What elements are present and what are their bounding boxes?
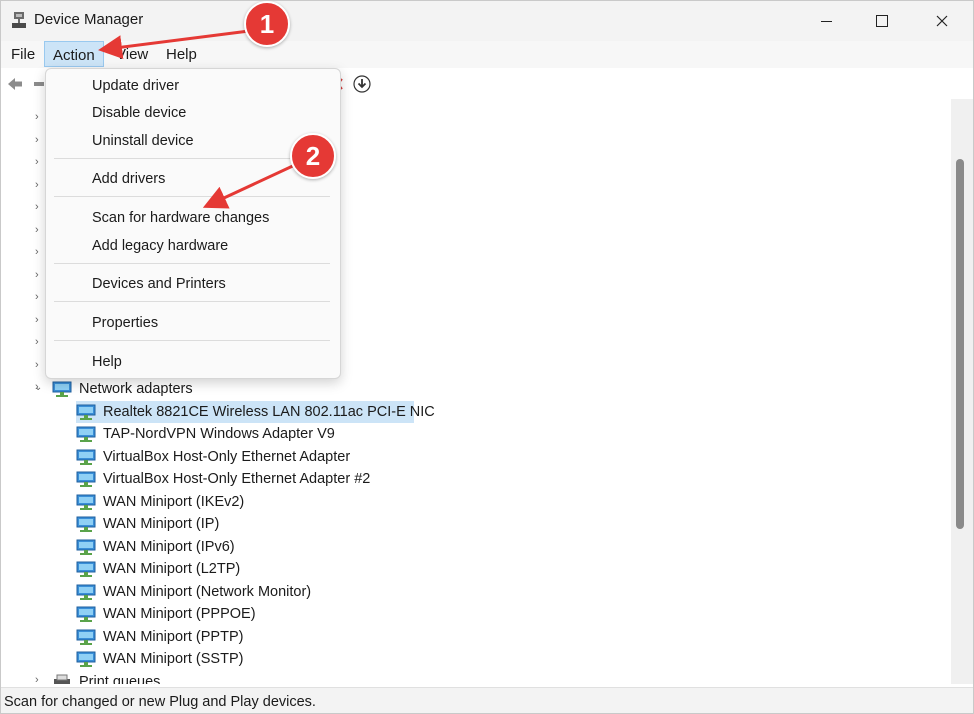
tree-node-label: WAN Miniport (IPv6) [103,539,235,555]
network-adapter-icon [76,471,96,487]
tree-node-label: WAN Miniport (IKEv2) [103,494,245,510]
expand-chevron-icon[interactable]: › [35,179,39,191]
expand-chevron-icon[interactable]: › [35,291,39,303]
tree-node-label: WAN Miniport (PPTP) [103,629,244,645]
menu-item-scan-hardware[interactable]: Scan for hardware changes [92,210,269,226]
network-adapter-icon [52,381,72,397]
status-bar: Scan for changed or new Plug and Play de… [1,687,973,713]
close-button[interactable] [919,1,965,41]
menu-item-help[interactable]: Help [92,354,122,370]
network-adapter-icon [76,561,96,577]
printer-icon [54,674,70,684]
step-badge-2: 2 [290,133,336,179]
minimize-icon [820,20,832,22]
network-adapter-icon [76,584,96,600]
tree-node-adapter[interactable]: Realtek 8821CE Wireless LAN 802.11ac PCI… [76,401,435,423]
expand-chevron-icon[interactable]: › [35,246,39,258]
collapse-chevron-icon[interactable]: ⌄ [34,382,42,393]
network-adapter-icon [76,539,96,555]
tree-node-label: Network adapters [79,381,193,397]
tree-node-label: VirtualBox Host-Only Ethernet Adapter #2 [103,471,371,487]
tree-node-label: Print queues [79,674,161,684]
menu-item-devices-printers[interactable]: Devices and Printers [92,276,226,292]
network-adapter-icon [76,629,96,645]
tree-node-network-adapters[interactable]: Network adapters [52,378,232,400]
expand-chevron-icon[interactable]: › [35,224,39,236]
network-adapter-icon [76,426,96,442]
expand-chevron-icon[interactable]: › [35,156,39,168]
menu-item-add-drivers[interactable]: Add drivers [92,171,165,187]
status-text: Scan for changed or new Plug and Play de… [4,694,316,710]
close-icon [936,15,948,27]
expand-chevron-icon[interactable]: › [35,359,39,371]
tree-node-label: WAN Miniport (IP) [103,516,220,532]
scrollbar-thumb[interactable] [956,159,964,529]
tree-node-label: TAP-NordVPN Windows Adapter V9 [103,426,335,442]
device-manager-icon [12,12,26,28]
tree-node-label: WAN Miniport (SSTP) [103,651,244,667]
tree-node-label: Realtek 8821CE Wireless LAN 802.11ac PCI… [103,404,435,420]
network-adapter-icon [76,606,96,622]
menu-item-properties[interactable]: Properties [92,315,158,331]
device-manager-window: Device Manager File Action View Help › ›… [0,0,974,714]
expand-chevron-icon[interactable]: › [35,269,39,281]
network-adapter-icon [76,449,96,465]
tree-node-label: VirtualBox Host-Only Ethernet Adapter [103,449,351,465]
expand-chevron-icon[interactable]: › [35,201,39,213]
tree-node-label: WAN Miniport (Network Monitor) [103,584,312,600]
menu-file[interactable]: File [3,41,43,67]
menu-separator [54,158,330,159]
menu-separator [54,196,330,197]
expand-chevron-icon[interactable]: › [35,134,39,146]
back-arrow-icon[interactable] [6,75,24,93]
network-adapter-icon [76,516,96,532]
action-menu-dropdown: Update driver Disable device Uninstall d… [45,68,341,379]
menu-item-add-legacy-hardware[interactable]: Add legacy hardware [92,238,228,254]
menu-view[interactable]: View [108,41,156,67]
menu-item-disable-device[interactable]: Disable device [92,105,186,121]
title-bar: Device Manager [1,1,973,41]
expand-chevron-icon[interactable]: › [35,314,39,326]
expand-chevron-icon[interactable]: › [35,674,39,684]
network-adapter-icon [76,404,96,420]
window-title: Device Manager [34,11,144,28]
network-adapter-icon [76,651,96,667]
menu-bar: File Action View Help [1,41,973,68]
tree-node-label: WAN Miniport (L2TP) [103,561,241,577]
menu-help[interactable]: Help [158,41,205,67]
menu-separator [54,301,330,302]
expand-chevron-icon[interactable]: › [35,336,39,348]
network-adapter-icon [76,494,96,510]
minimize-button[interactable] [803,1,849,41]
menu-separator [54,263,330,264]
menu-item-update-driver[interactable]: Update driver [92,78,179,94]
tree-node-label: WAN Miniport (PPPOE) [103,606,256,622]
download-icon[interactable] [353,75,371,93]
step-badge-1: 1 [244,1,290,47]
expand-chevron-icon[interactable]: › [35,111,39,123]
maximize-button[interactable] [859,1,905,41]
maximize-icon [876,15,888,27]
menu-separator [54,340,330,341]
menu-item-uninstall-device[interactable]: Uninstall device [92,133,194,149]
menu-action[interactable]: Action [44,41,104,67]
